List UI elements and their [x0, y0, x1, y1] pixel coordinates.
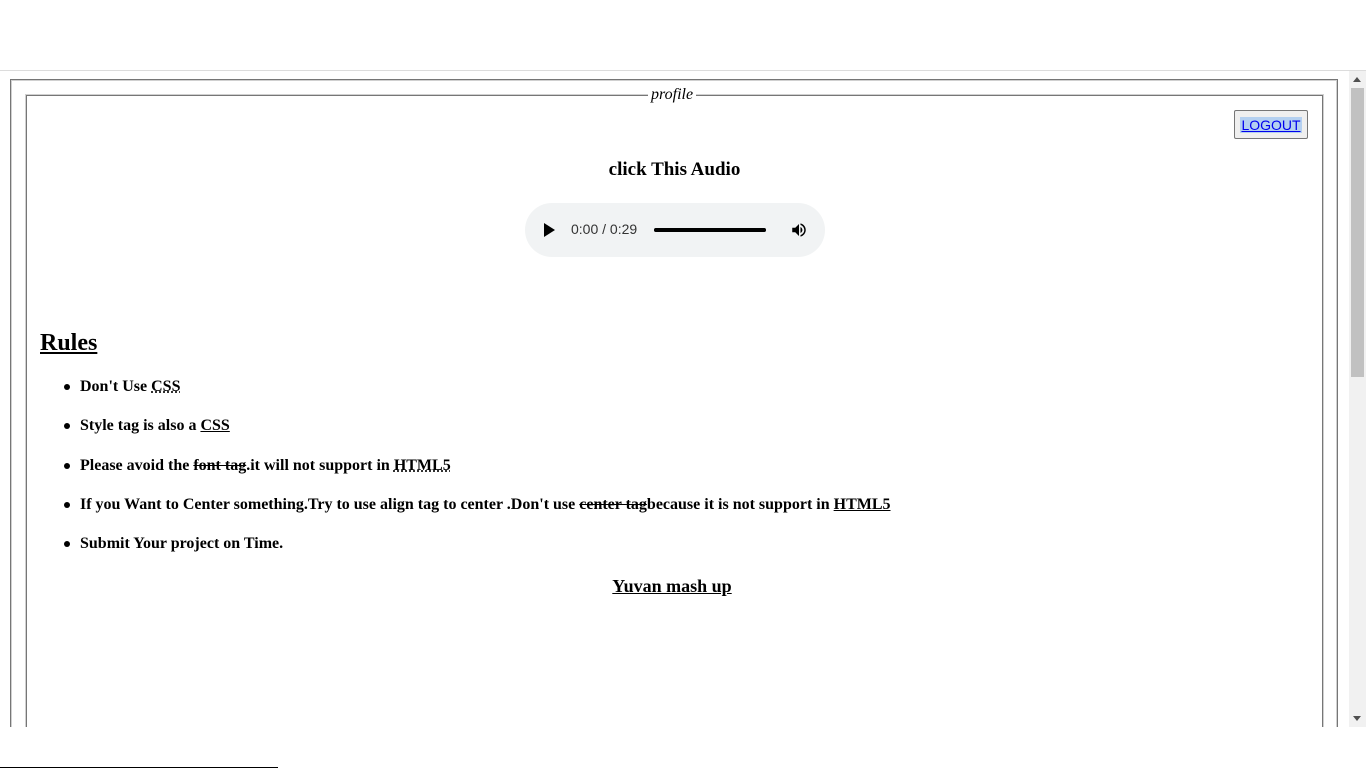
audio-progress-fill [654, 228, 766, 232]
logout-button[interactable]: LOGOUT [1234, 110, 1308, 139]
mashup-link[interactable]: Yuvan mash up [0, 576, 1344, 597]
rule-item: If you Want to Center something.Try to u… [64, 495, 891, 534]
rule-text: .it will not support in [246, 456, 394, 474]
audio-title: click This Audio [608, 159, 741, 180]
rule-text: Please avoid the [80, 456, 194, 474]
rules-heading: Rules [40, 330, 98, 356]
rules-list: Don't Use CSS Style tag is also a CSS Pl… [64, 377, 891, 573]
logout-link[interactable]: LOGOUT [1240, 116, 1302, 133]
rule-strike: font tag [193, 456, 247, 474]
page-frame: profile LOGOUT click This Audio 0:00 / 0… [0, 71, 1349, 727]
scroll-thumb[interactable] [1351, 88, 1364, 377]
audio-time: 0:00 / 0:29 [571, 221, 638, 237]
rule-abbr: HTML5 [393, 456, 451, 474]
vertical-scrollbar[interactable] [1349, 71, 1366, 727]
rule-abbr: CSS [151, 378, 181, 395]
volume-icon[interactable] [790, 221, 808, 239]
rule-strike: center tag [579, 495, 647, 513]
fieldset-legend: profile [648, 86, 697, 104]
rule-text: Style tag is also a [80, 417, 201, 435]
rule-link[interactable]: CSS [200, 417, 229, 434]
rule-item: Submit Your project on Time. [64, 534, 891, 573]
rule-text: If you Want to Center something.Try to u… [80, 495, 580, 513]
audio-player[interactable]: 0:00 / 0:29 [525, 203, 825, 257]
rule-item: Don't Use CSS [64, 377, 891, 416]
rule-item: Please avoid the font tag.it will not su… [64, 456, 891, 495]
chevron-down-icon[interactable] [1353, 716, 1361, 721]
rule-text: Submit Your project on Time. [80, 535, 284, 552]
chevron-up-icon[interactable] [1353, 77, 1361, 82]
play-icon[interactable] [544, 223, 555, 237]
rule-link[interactable]: HTML5 [834, 496, 891, 513]
rule-text: because it is not support in [646, 495, 834, 513]
audio-progress-slider[interactable] [654, 228, 766, 232]
rule-item: Style tag is also a CSS [64, 416, 891, 455]
browser-top-area [0, 0, 1366, 71]
rule-text: Don't Use [80, 378, 152, 395]
